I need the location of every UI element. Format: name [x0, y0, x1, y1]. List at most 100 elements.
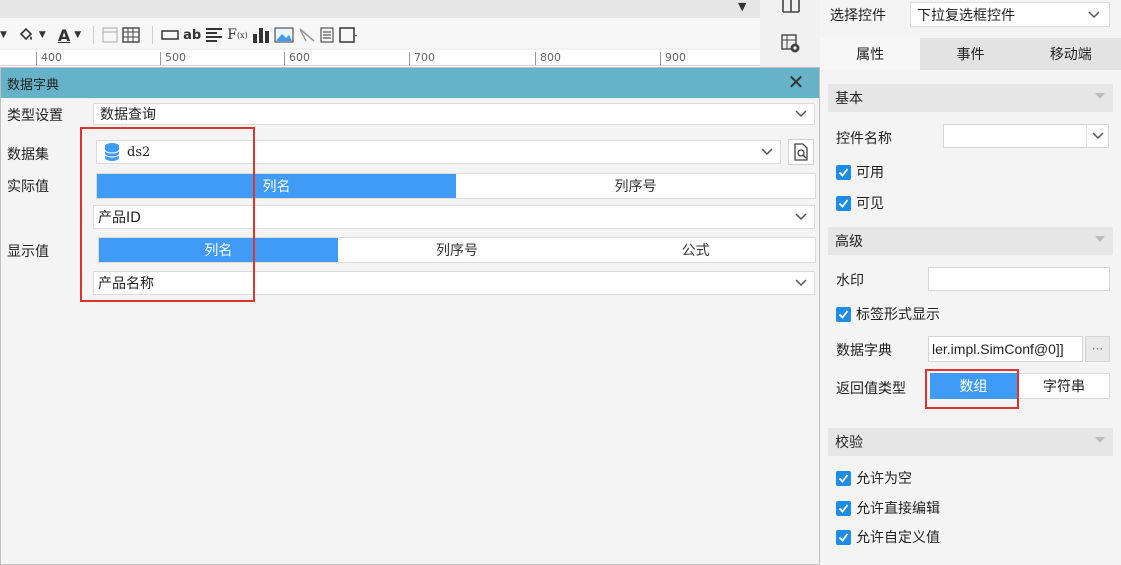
select-control-row: 选择控件 下拉复选框控件	[820, 0, 1121, 30]
chevron-down-icon[interactable]	[794, 276, 808, 290]
panel-tabs: 属性 事件 移动端	[820, 38, 1121, 70]
collapse-arrow-icon[interactable]: ▼	[738, 0, 746, 13]
enabled-checkbox-row[interactable]: 可用	[836, 162, 884, 182]
visible-label: 可见	[856, 196, 884, 212]
return-type-array-button[interactable]: 数组	[930, 373, 1017, 399]
section-basic-title: 基本	[835, 91, 863, 107]
checkbox-checked-icon[interactable]	[836, 470, 851, 486]
section-advanced[interactable]: 高级	[828, 227, 1113, 255]
chevron-down-icon[interactable]	[794, 107, 808, 121]
dialog-title-bar[interactable]: 数据字典 ✕	[1, 68, 819, 98]
dataset-select[interactable]: ds2	[96, 140, 781, 164]
dropdown-arrow-icon[interactable]: ▼	[0, 23, 7, 47]
label-display-checkbox-row[interactable]: 标签形式显示	[836, 304, 940, 324]
checkbox-checked-icon[interactable]	[836, 306, 851, 322]
layout-icon[interactable]	[781, 0, 801, 18]
properties-panel: 选择控件 下拉复选框控件 属性 事件 移动端 基本 控件名称 可用 可见 高级 …	[820, 0, 1121, 565]
display-tab-formula[interactable]: 公式	[576, 238, 815, 262]
chevron-down-icon[interactable]	[794, 210, 808, 224]
tab-events[interactable]: 事件	[920, 38, 1020, 70]
align-text-icon[interactable]	[205, 23, 223, 47]
format-toolbar-row: ▼ ▼ A ▼ ab F (x)	[0, 22, 362, 48]
data-dictionary-more-button[interactable]: ···	[1085, 336, 1110, 362]
allow-empty-label: 允许为空	[856, 471, 912, 487]
dataset-value: ds2	[127, 144, 151, 160]
display-value-text: 产品名称	[98, 276, 154, 292]
ruler-tick: 400	[36, 52, 62, 65]
border-format-icon[interactable]	[102, 23, 118, 47]
main-toolbar: ▼ ▼ ▼ A ▼ ab F (x) 400 500 600 700 800 9…	[0, 0, 760, 66]
allow-custom-label: 允许自定义值	[856, 530, 940, 546]
dataset-label: 数据集	[7, 147, 49, 163]
horizontal-ruler: 400 500 600 700 800 900	[0, 50, 760, 66]
ruler-tick: 700	[409, 52, 435, 65]
tab-mobile[interactable]: 移动端	[1021, 38, 1121, 70]
type-setting-label: 类型设置	[7, 108, 63, 124]
type-setting-select[interactable]: 数据查询	[93, 103, 815, 125]
slash-line-icon[interactable]	[298, 23, 316, 47]
allow-custom-checkbox-row[interactable]: 允许自定义值	[836, 527, 940, 547]
dataset-preview-button[interactable]	[788, 139, 814, 165]
font-color-glyph: A	[57, 25, 71, 45]
preview-icon	[794, 143, 808, 161]
collapse-caret-icon	[1095, 236, 1105, 242]
formula-icon[interactable]: F (x)	[227, 23, 247, 47]
enabled-label: 可用	[856, 165, 884, 181]
label-ab-icon[interactable]: ab	[183, 23, 201, 47]
data-dictionary-label: 数据字典	[836, 343, 892, 359]
grid-settings-icon[interactable]	[781, 34, 801, 53]
watermark-label: 水印	[836, 273, 864, 289]
allow-empty-checkbox-row[interactable]: 允许为空	[836, 468, 912, 488]
checkbox-checked-icon[interactable]	[836, 164, 851, 180]
visible-checkbox-row[interactable]: 可见	[836, 193, 884, 213]
select-control-dropdown[interactable]: 下拉复选框控件	[910, 2, 1110, 27]
ruler-tick: 600	[284, 52, 310, 65]
dialog-title: 数据字典	[7, 77, 60, 93]
display-tab-column-index[interactable]: 列序号	[338, 238, 577, 262]
checkbox-checked-icon[interactable]	[836, 500, 851, 516]
chevron-down-icon[interactable]	[1086, 125, 1108, 147]
actual-value-text: 产品ID	[98, 210, 141, 226]
display-tab-column-name[interactable]: 列名	[99, 238, 338, 262]
actual-value-tabs: 列名 列序号	[96, 173, 816, 199]
checkbox-checked-icon[interactable]	[836, 195, 851, 211]
section-validation[interactable]: 校验	[828, 428, 1113, 456]
chevron-down-icon[interactable]	[760, 145, 774, 159]
database-icon	[104, 143, 120, 161]
close-icon[interactable]: ✕	[785, 70, 807, 94]
font-color-button[interactable]: A	[58, 23, 70, 47]
allow-direct-edit-label: 允许直接编辑	[856, 501, 940, 517]
control-name-input[interactable]	[943, 124, 1109, 148]
actual-value-select[interactable]: 产品ID	[93, 205, 815, 229]
label-display-label: 标签形式显示	[856, 307, 940, 323]
fill-dropdown-icon[interactable]: ▼	[39, 23, 46, 47]
watermark-input[interactable]	[928, 267, 1110, 291]
actual-tab-column-name[interactable]: 列名	[97, 174, 456, 198]
app-root: ▼ ▼ ▼ A ▼ ab F (x) 400 500 600 700 800 9…	[0, 0, 1121, 565]
text-field-icon[interactable]	[161, 23, 179, 47]
display-value-select[interactable]: 产品名称	[93, 271, 815, 295]
fill-color-icon[interactable]	[17, 23, 35, 47]
ruler-tick: 500	[160, 52, 186, 65]
data-dictionary-input[interactable]: ler.impl.SimConf@0]]	[928, 336, 1083, 362]
document-icon[interactable]	[320, 23, 334, 47]
tab-properties[interactable]: 属性	[820, 38, 921, 70]
actual-tab-column-index[interactable]: 列序号	[456, 174, 815, 198]
image-icon[interactable]	[274, 23, 294, 47]
control-name-label: 控件名称	[836, 131, 892, 147]
return-type-string-button[interactable]: 字符串	[1018, 373, 1110, 399]
section-validation-title: 校验	[835, 435, 863, 451]
checkbox-checked-icon[interactable]	[836, 529, 851, 545]
section-advanced-title: 高级	[835, 234, 863, 250]
return-type-label: 返回值类型	[836, 381, 906, 397]
border-box-icon[interactable]	[338, 23, 358, 47]
font-color-dropdown-icon[interactable]: ▼	[74, 23, 81, 47]
data-dictionary-dialog: 数据字典 ✕ 类型设置 数据查询 数据集 ds2 实际值 列名 列序号 产品ID…	[0, 67, 820, 565]
table-icon[interactable]	[122, 23, 140, 47]
allow-direct-edit-checkbox-row[interactable]: 允许直接编辑	[836, 498, 940, 518]
chart-icon[interactable]	[252, 23, 270, 47]
section-basic[interactable]: 基本	[828, 84, 1113, 112]
return-type-string-label: 字符串	[1043, 379, 1085, 395]
chevron-down-icon[interactable]	[1087, 8, 1101, 22]
data-dictionary-value: ler.impl.SimConf@0]]	[932, 341, 1064, 357]
